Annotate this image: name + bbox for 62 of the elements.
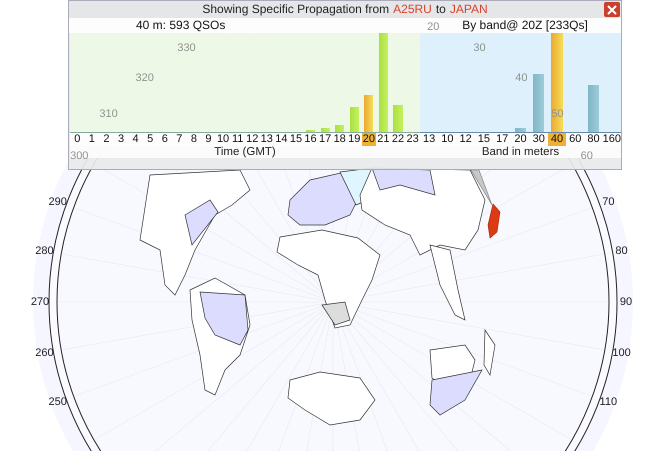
panel-title: Showing Specific Propagation from [202, 1, 390, 18]
band-label[interactable]: 30 [530, 133, 548, 146]
bearing-label: 110 [600, 394, 618, 410]
bearing-label: 320 [135, 70, 154, 86]
hour-label[interactable]: 5 [142, 133, 158, 146]
band-label[interactable]: 12 [456, 133, 475, 146]
band-label[interactable]: 15 [474, 133, 494, 146]
band-label[interactable]: 17 [493, 133, 512, 146]
bearing-label: 20 [427, 19, 440, 34]
band-summary: By band@ 20Z [233Qs] [462, 18, 588, 32]
hour-label[interactable]: 18 [332, 133, 347, 146]
band-label[interactable]: 60 [566, 133, 584, 146]
bearing-label: 290 [48, 194, 67, 210]
hour-label[interactable]: 12 [244, 133, 260, 146]
hour-label[interactable]: 6 [157, 133, 172, 146]
hour-label[interactable]: 1 [84, 133, 100, 146]
hour-label[interactable]: 19 [346, 133, 362, 146]
hour-label[interactable]: 11 [230, 133, 245, 146]
hour-label[interactable]: 4 [128, 133, 143, 146]
target-country: JAPAN [450, 1, 488, 18]
hour-label[interactable]: 13 [260, 133, 274, 146]
axis-title: Band in meters [482, 146, 560, 158]
bearing-label: 330 [177, 41, 196, 56]
bearing-label: 40 [515, 70, 528, 86]
hour-label[interactable]: 7 [172, 133, 187, 146]
band-label[interactable]: 40 [548, 133, 566, 146]
hour-label[interactable]: 9 [201, 133, 216, 146]
hour-label[interactable]: 14 [274, 133, 289, 146]
bearing-label: 30 [473, 41, 486, 56]
close-button[interactable] [604, 2, 620, 17]
bearing-label: 80 [615, 244, 628, 259]
bearing-label: 260 [35, 346, 54, 361]
hour-label[interactable]: 20 [362, 133, 376, 146]
bearing-label: 310 [99, 106, 118, 122]
hour-label[interactable]: 15 [288, 133, 304, 146]
band-label[interactable]: 10 [438, 133, 457, 146]
hour-label[interactable]: 10 [216, 133, 230, 146]
bearing-label: 250 [48, 394, 67, 410]
hour-label[interactable]: 17 [318, 133, 332, 146]
band-label[interactable]: 20 [511, 133, 530, 146]
hour-label[interactable]: 8 [186, 133, 202, 146]
hour-label[interactable]: 16 [303, 133, 318, 146]
hour-label[interactable]: 22 [390, 133, 406, 146]
band-label[interactable]: 160 [602, 133, 622, 146]
axis-title: Time (GMT) [214, 146, 276, 158]
hour-label[interactable]: 2 [99, 133, 114, 146]
hour-label[interactable]: 21 [376, 133, 391, 146]
hour-label[interactable]: 0 [70, 133, 85, 146]
bearing-label: 90 [620, 294, 632, 310]
hour-label[interactable]: 3 [114, 133, 128, 146]
panel-title: to [436, 1, 446, 18]
bearing-label: 70 [602, 194, 614, 210]
bearing-label: 300 [70, 148, 88, 164]
band-label[interactable]: 13 [420, 133, 438, 146]
band-label[interactable]: 80 [584, 133, 603, 146]
bearing-label: 280 [35, 244, 54, 259]
bearing-label: 100 [612, 346, 631, 361]
bearing-label: 50 [551, 106, 564, 122]
qso-summary: 40 m: 593 QSOs [136, 18, 226, 32]
hour-label[interactable]: 23 [405, 133, 420, 146]
source-callsign: A25RU [393, 1, 432, 18]
bearing-label: 60 [580, 148, 593, 164]
